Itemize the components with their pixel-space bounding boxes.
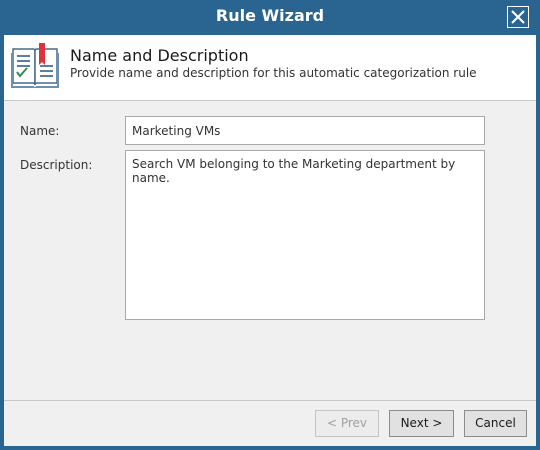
next-button[interactable]: Next > bbox=[389, 410, 454, 437]
name-label: Name: bbox=[20, 124, 60, 138]
close-button[interactable] bbox=[507, 6, 529, 28]
wizard-header: Name and Description Provide name and de… bbox=[4, 35, 536, 101]
book-icon bbox=[11, 43, 59, 88]
description-label: Description: bbox=[20, 158, 93, 172]
dialog-body: Name and Description Provide name and de… bbox=[4, 35, 536, 446]
description-field[interactable]: Search VM belonging to the Marketing dep… bbox=[125, 150, 485, 320]
rule-wizard-window: Rule Wizard Name and Description Provide… bbox=[0, 0, 540, 450]
footer-divider bbox=[4, 400, 536, 401]
cancel-button[interactable]: Cancel bbox=[464, 410, 527, 437]
close-icon bbox=[511, 10, 525, 24]
title-bar: Rule Wizard bbox=[0, 0, 540, 35]
name-field[interactable]: Marketing VMs bbox=[125, 116, 485, 145]
prev-button[interactable]: < Prev bbox=[315, 410, 379, 437]
page-subtitle: Provide name and description for this au… bbox=[70, 66, 477, 80]
page-title: Name and Description bbox=[70, 46, 249, 65]
window-title: Rule Wizard bbox=[215, 6, 325, 25]
